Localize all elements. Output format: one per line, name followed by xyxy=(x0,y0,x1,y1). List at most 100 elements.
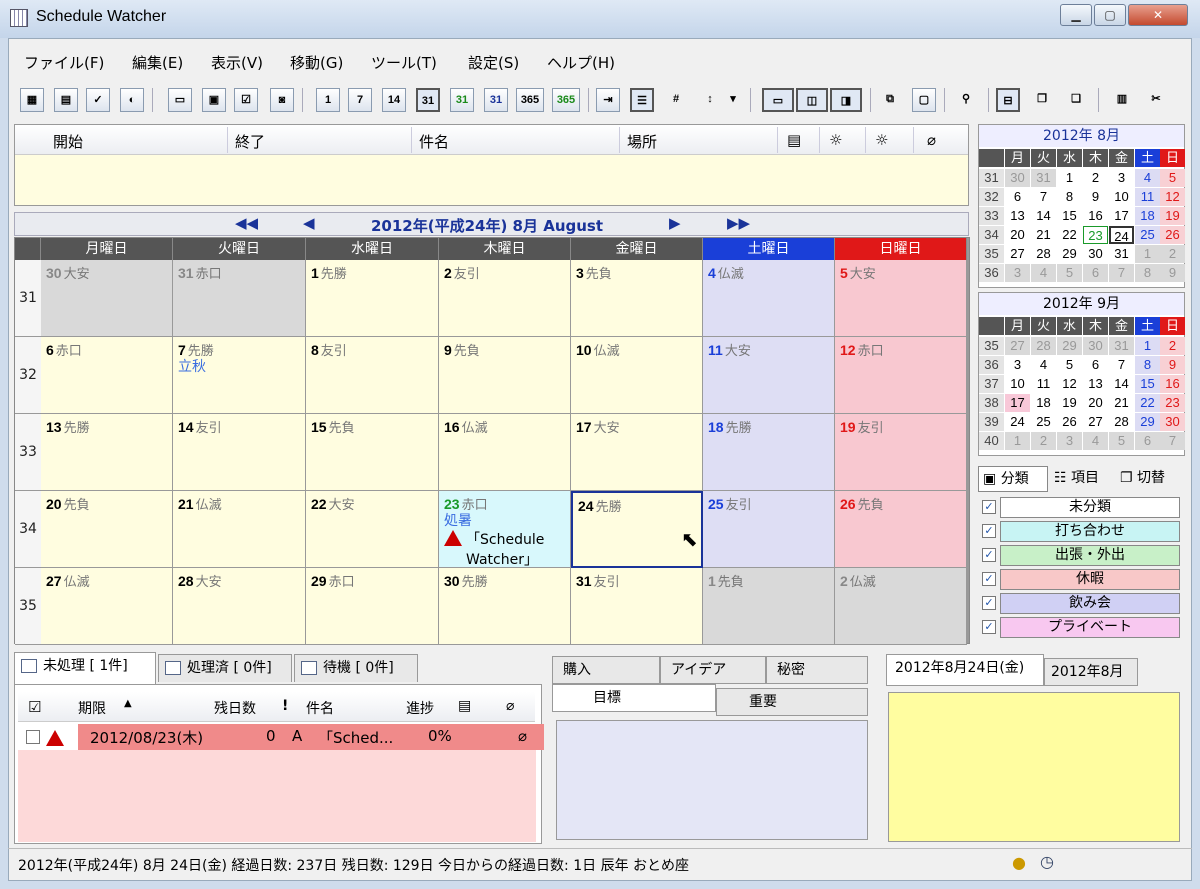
mini-calendar-title[interactable]: 2012年 9月 xyxy=(979,293,1184,315)
search-icon[interactable]: ⚲ xyxy=(954,88,978,112)
mini-calendar-day[interactable]: 29 xyxy=(1057,245,1082,263)
mini-calendar-day[interactable]: 4 xyxy=(1031,356,1056,374)
mini-calendar-day[interactable]: 25 xyxy=(1031,413,1056,431)
window-icon[interactable]: ▭ xyxy=(168,88,192,112)
attachment-icon[interactable]: ⌀ xyxy=(506,698,514,714)
mini-calendar-day[interactable]: 3 xyxy=(1109,169,1134,187)
mini-calendar-day[interactable]: 23 xyxy=(1083,226,1108,244)
view-7day-button[interactable]: 7 xyxy=(348,88,372,112)
mini-week-number[interactable]: 33 xyxy=(979,207,1004,225)
chat-icon[interactable]: ● xyxy=(1012,853,1026,872)
category-item[interactable]: ✓ 打ち合わせ xyxy=(978,520,1183,542)
calendar-day-cell[interactable]: 10 仏滅 xyxy=(571,337,703,414)
task-checkbox[interactable] xyxy=(26,730,40,744)
calendar-day-cell[interactable]: 7 先勝 立秋 xyxy=(173,337,306,414)
calendar-day-cell[interactable]: 31 赤口 xyxy=(173,260,306,337)
tab-items[interactable]: ☷ 項目 xyxy=(1050,466,1114,492)
mini-week-number[interactable]: 32 xyxy=(979,188,1004,206)
calendar-day-cell[interactable]: 27 仏滅 xyxy=(41,568,173,645)
mini-calendar-day[interactable]: 20 xyxy=(1083,394,1108,412)
calendar-day-cell[interactable]: 13 先勝 xyxy=(41,414,173,491)
mini-week-number[interactable]: 36 xyxy=(979,356,1004,374)
mini-calendar-day[interactable]: 18 xyxy=(1135,207,1160,225)
insert-icon[interactable]: ⇥ xyxy=(596,88,620,112)
mini-calendar-day[interactable]: 30 xyxy=(1083,337,1108,355)
grid-icon[interactable]: # xyxy=(664,88,688,112)
mini-calendar-day[interactable]: 8 xyxy=(1135,356,1160,374)
chevron-down-icon[interactable]: ▾ xyxy=(726,88,740,112)
mini-calendar-day[interactable]: 7 xyxy=(1160,432,1185,450)
mini-calendar-day[interactable]: 5 xyxy=(1057,356,1082,374)
calendar-day-cell[interactable]: 4 仏滅 xyxy=(703,260,835,337)
calendar-day-cell[interactable]: 5 大安 xyxy=(835,260,967,337)
tab-day-note[interactable]: 2012年8月24日(金) xyxy=(886,654,1044,686)
alarm2-column-icon[interactable]: ☼ xyxy=(875,131,888,149)
mini-calendar-day[interactable]: 14 xyxy=(1031,207,1056,225)
mini-week-number[interactable]: 34 xyxy=(979,226,1004,244)
calendar-day-cell[interactable]: 3 先負 xyxy=(571,260,703,337)
next-month-button[interactable]: ▶ xyxy=(669,214,681,232)
header-deadline[interactable]: 期限 xyxy=(78,698,106,718)
mini-week-number[interactable]: 38 xyxy=(979,394,1004,412)
frame-icon[interactable]: ▢ xyxy=(912,88,936,112)
mini-calendar-day[interactable]: 26 xyxy=(1160,226,1185,244)
memo-column-icon[interactable]: ▤ xyxy=(787,131,801,149)
mini-calendar-day[interactable]: 5 xyxy=(1109,432,1134,450)
photo-icon[interactable]: ◙ xyxy=(270,88,294,112)
mini-calendar-day[interactable]: 17 xyxy=(1005,394,1030,412)
menu-view[interactable]: 表示(V) xyxy=(211,52,263,73)
mini-calendar-day[interactable]: 19 xyxy=(1160,207,1185,225)
tab-idea[interactable]: アイデア xyxy=(660,656,766,684)
header-name[interactable]: 件名 xyxy=(306,698,334,718)
menu-help[interactable]: ヘルプ(H) xyxy=(547,52,615,73)
mini-week-number[interactable]: 37 xyxy=(979,375,1004,393)
menu-edit[interactable]: 編集(E) xyxy=(132,52,183,73)
mini-calendar-day[interactable]: 8 xyxy=(1135,264,1160,282)
mini-calendar-day[interactable]: 12 xyxy=(1160,188,1185,206)
mini-calendar-day[interactable]: 29 xyxy=(1135,413,1160,431)
mini-calendar-day[interactable]: 21 xyxy=(1109,394,1134,412)
mini-calendar-day[interactable]: 18 xyxy=(1031,394,1056,412)
mini-calendar-day[interactable]: 27 xyxy=(1005,245,1030,263)
view-31day-green-button[interactable]: 31 xyxy=(450,88,474,112)
calendar-day-cell[interactable]: 29 赤口 xyxy=(306,568,439,645)
mini-calendar-day[interactable]: 27 xyxy=(1005,337,1030,355)
category-item[interactable]: ✓ 出張・外出 xyxy=(978,544,1183,566)
mini-calendar-day[interactable]: 21 xyxy=(1031,226,1056,244)
attachment-column-icon[interactable]: ⌀ xyxy=(927,131,936,149)
mini-calendar-day[interactable]: 30 xyxy=(1083,245,1108,263)
mini-calendar-day[interactable]: 13 xyxy=(1083,375,1108,393)
mini-week-number[interactable]: 35 xyxy=(979,245,1004,263)
mini-calendar-day[interactable]: 10 xyxy=(1005,375,1030,393)
menu-file[interactable]: ファイル(F) xyxy=(24,52,104,73)
mini-week-number[interactable]: 40 xyxy=(979,432,1004,450)
calendar-day-cell[interactable]: 18 先勝 xyxy=(703,414,835,491)
mini-calendar-day[interactable]: 5 xyxy=(1057,264,1082,282)
mini-calendar-day[interactable]: 31 xyxy=(1109,245,1134,263)
header-end[interactable]: 終了 xyxy=(235,131,265,152)
mini-calendar-day[interactable]: 16 xyxy=(1160,375,1185,393)
layout-split-icon[interactable]: ◨ xyxy=(830,88,862,112)
mini-calendar-day[interactable]: 28 xyxy=(1031,337,1056,355)
category-folder-icon[interactable]: ⊟ xyxy=(996,88,1020,112)
week-number[interactable]: 31 xyxy=(15,260,41,337)
mini-calendar-day[interactable]: 29 xyxy=(1057,337,1082,355)
header-title[interactable]: 件名 xyxy=(419,131,449,152)
tab-done[interactable]: 処理済 [ 0件] xyxy=(158,654,292,682)
menu-go[interactable]: 移動(G) xyxy=(290,52,343,73)
mini-calendar-day[interactable]: 7 xyxy=(1031,188,1056,206)
week-number[interactable]: 35 xyxy=(15,568,41,645)
mini-calendar-day[interactable]: 1 xyxy=(1135,337,1160,355)
minimize-button[interactable]: ▁ xyxy=(1060,4,1092,26)
mini-calendar-day[interactable]: 9 xyxy=(1160,264,1185,282)
calendar-day-cell[interactable]: 12 赤口 xyxy=(835,337,967,414)
calendar-day-cell[interactable]: 2 友引 xyxy=(439,260,571,337)
calendar-day-cell[interactable]: 20 先負 xyxy=(41,491,173,568)
table-row[interactable]: 2012/08/23(木) 0 A 「Sched... 0% ⌀ xyxy=(78,724,544,750)
mini-calendar-day[interactable]: 16 xyxy=(1083,207,1108,225)
calendar-event[interactable]: 「Schedule xyxy=(444,529,565,549)
calendar-icon[interactable]: ▥ xyxy=(1110,88,1134,112)
mini-calendar-title[interactable]: 2012年 8月 xyxy=(979,125,1184,147)
calendar-day-cell[interactable]: 28 大安 xyxy=(173,568,306,645)
mini-calendar-day[interactable]: 2 xyxy=(1083,169,1108,187)
